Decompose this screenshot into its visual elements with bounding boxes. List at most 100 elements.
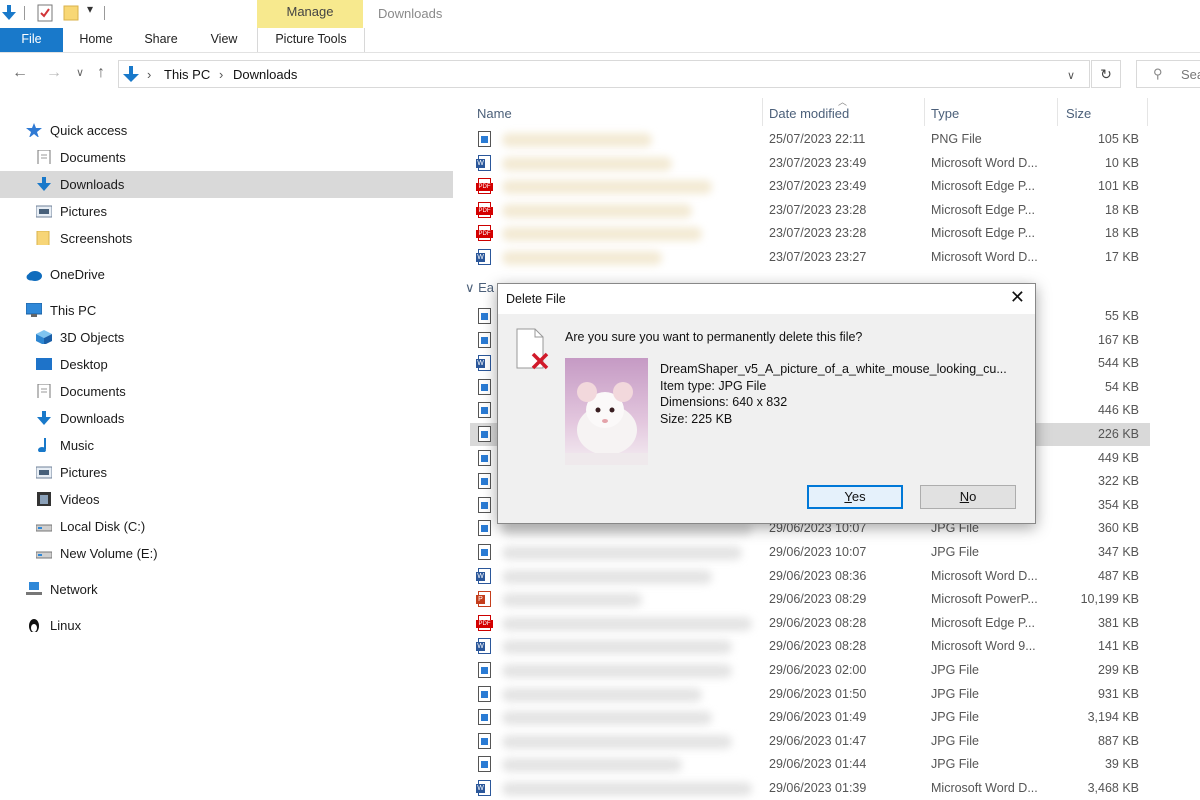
- file-row[interactable]: 29/06/2023 10:07 JPG File 347 KB: [470, 541, 1150, 564]
- file-row[interactable]: 29/06/2023 08:29 Microsoft PowerP... 10,19…: [470, 588, 1150, 611]
- file-size: 322 KB: [1097, 474, 1139, 488]
- file-type: Microsoft Word D...: [931, 156, 1038, 170]
- column-header-name[interactable]: Name: [477, 106, 512, 121]
- image-file-icon: [478, 686, 491, 702]
- download-arrow-icon[interactable]: [2, 5, 16, 21]
- recent-locations-chevron-icon[interactable]: ∨: [76, 66, 84, 79]
- sidebar-item-3d-objects[interactable]: 3D Objects: [0, 324, 453, 351]
- file-type: JPG File: [931, 663, 979, 677]
- column-header-size[interactable]: Size: [1066, 106, 1091, 121]
- refresh-button[interactable]: ↻: [1091, 60, 1121, 88]
- column-divider[interactable]: [762, 98, 763, 126]
- file-type: JPG File: [931, 710, 979, 724]
- sidebar-item-downloads[interactable]: Downloads: [0, 171, 453, 198]
- sidebar-item-new-volume-e[interactable]: New Volume (E:): [0, 540, 453, 567]
- new-folder-icon[interactable]: [63, 5, 79, 21]
- up-arrow-icon[interactable]: ↑: [97, 64, 105, 82]
- tab-share[interactable]: Share: [134, 28, 188, 52]
- column-divider[interactable]: [1057, 98, 1058, 126]
- tab-file[interactable]: File: [0, 28, 63, 52]
- folder-icon: [36, 231, 50, 245]
- file-row[interactable]: 29/06/2023 02:00 JPG File 299 KB: [470, 659, 1150, 682]
- sidebar-item-pictures[interactable]: Pictures: [0, 459, 453, 486]
- back-arrow-icon[interactable]: ←: [12, 64, 28, 82]
- sidebar-item-this-pc[interactable]: This PC: [0, 297, 453, 324]
- column-header-date-modified[interactable]: Date modified: [769, 106, 849, 121]
- drive-icon: [36, 551, 52, 559]
- file-row[interactable]: 29/06/2023 01:50 JPG File 931 KB: [470, 683, 1150, 706]
- file-row[interactable]: 29/06/2023 01:39 Microsoft Word D... 3,468…: [470, 777, 1150, 800]
- desktop-icon: [36, 358, 52, 370]
- sidebar-item-label: Local Disk (C:): [60, 519, 146, 534]
- file-type: JPG File: [931, 757, 979, 771]
- sidebar-item-quick-access[interactable]: Quick access: [0, 117, 453, 144]
- blurred-file-name: [502, 133, 652, 147]
- sidebar-item-documents[interactable]: Documents: [0, 378, 453, 405]
- image-file-icon: [478, 332, 491, 348]
- sidebar-item-pictures[interactable]: Pictures: [0, 198, 453, 225]
- properties-icon[interactable]: [37, 4, 53, 22]
- group-header[interactable]: ∨ Ea: [465, 280, 494, 296]
- delete-file-warning-icon: [516, 328, 549, 370]
- file-size: 544 KB: [1097, 356, 1139, 370]
- file-row[interactable]: 23/07/2023 23:49 Microsoft Word D... 10 KB: [470, 152, 1150, 175]
- tab-view[interactable]: View: [198, 28, 250, 52]
- file-date: 29/06/2023 01:47: [769, 734, 867, 748]
- sidebar-item-local-disk-c[interactable]: Local Disk (C:): [0, 513, 453, 540]
- image-file-icon: [478, 308, 491, 324]
- file-row[interactable]: 29/06/2023 08:28 Microsoft Word 9... 141 K…: [470, 635, 1150, 658]
- sidebar-item-videos[interactable]: Videos: [0, 486, 453, 513]
- sidebar-item-network[interactable]: Network: [0, 576, 453, 603]
- close-icon[interactable]: ✕: [1010, 287, 1025, 308]
- file-row[interactable]: 23/07/2023 23:28 Microsoft Edge P... 18 KB: [470, 222, 1150, 245]
- search-box[interactable]: ⚲ Sea: [1136, 60, 1200, 88]
- forward-arrow-icon[interactable]: →: [46, 64, 62, 82]
- sidebar-item-desktop[interactable]: Desktop: [0, 351, 453, 378]
- blurred-file-name: [502, 522, 752, 536]
- sidebar-item-documents[interactable]: Documents: [0, 144, 453, 171]
- cloud-icon: [26, 271, 42, 281]
- file-type: Microsoft Edge P...: [931, 203, 1035, 217]
- drive-icon: [36, 524, 52, 532]
- file-row[interactable]: 29/06/2023 01:44 JPG File 39 KB: [470, 753, 1150, 776]
- file-row[interactable]: 29/06/2023 08:36 Microsoft Word D... 487 K…: [470, 565, 1150, 588]
- address-bar[interactable]: › This PC › Downloads ∨: [118, 60, 1090, 88]
- file-row[interactable]: 25/07/2023 22:11 PNG File 105 KB: [470, 128, 1150, 151]
- column-divider[interactable]: [924, 98, 925, 126]
- file-row[interactable]: 23/07/2023 23:28 Microsoft Edge P... 18 KB: [470, 199, 1150, 222]
- address-dropdown-chevron-icon[interactable]: ∨: [1067, 69, 1075, 82]
- sidebar-item-onedrive[interactable]: OneDrive: [0, 261, 453, 288]
- breadcrumb-this-pc[interactable]: This PC: [164, 67, 210, 82]
- tab-picture-tools[interactable]: Picture Tools: [257, 28, 365, 52]
- file-row[interactable]: 23/07/2023 23:27 Microsoft Word D... 17 KB: [470, 246, 1150, 269]
- mouse-image-thumbnail: [565, 358, 648, 465]
- pictures-icon: [36, 466, 52, 479]
- tab-home[interactable]: Home: [68, 28, 124, 52]
- file-row[interactable]: 29/06/2023 08:28 Microsoft Edge P... 381 K…: [470, 612, 1150, 635]
- word-document-icon: [476, 780, 491, 796]
- file-row[interactable]: 29/06/2023 01:47 JPG File 887 KB: [470, 730, 1150, 753]
- group-collapse-chevron-icon[interactable]: ∨: [465, 280, 475, 295]
- breadcrumb-downloads[interactable]: Downloads: [233, 67, 297, 82]
- no-button[interactable]: No: [920, 485, 1016, 509]
- sidebar-item-linux[interactable]: Linux: [0, 612, 453, 639]
- customize-toolbar-icon[interactable]: ▾: [87, 2, 93, 16]
- navigation-pane: Quick access Documents Downloads Pictures Sc…: [0, 117, 456, 791]
- manage-context-label: Manage: [257, 0, 363, 28]
- column-header-type[interactable]: Type: [931, 106, 959, 121]
- file-size: 18 KB: [1104, 203, 1139, 217]
- file-size: 360 KB: [1097, 521, 1139, 535]
- file-type: Microsoft Word D...: [931, 569, 1038, 583]
- file-row[interactable]: 23/07/2023 23:49 Microsoft Edge P... 101 K…: [470, 175, 1150, 198]
- file-type: Microsoft Word D...: [931, 781, 1038, 795]
- yes-button[interactable]: Yes: [807, 485, 903, 509]
- sidebar-item-screenshots[interactable]: Screenshots: [0, 225, 453, 252]
- file-row[interactable]: 29/06/2023 01:49 JPG File 3,194 KB: [470, 706, 1150, 729]
- file-type: JPG File: [931, 545, 979, 559]
- sidebar-item-downloads[interactable]: Downloads: [0, 405, 453, 432]
- file-details: DreamShaper_v5_A_picture_of_a_white_mous…: [660, 361, 1022, 427]
- sidebar-item-music[interactable]: Music: [0, 432, 453, 459]
- file-size: 449 KB: [1097, 451, 1139, 465]
- column-divider[interactable]: [1147, 98, 1148, 126]
- blurred-file-name: [502, 711, 712, 725]
